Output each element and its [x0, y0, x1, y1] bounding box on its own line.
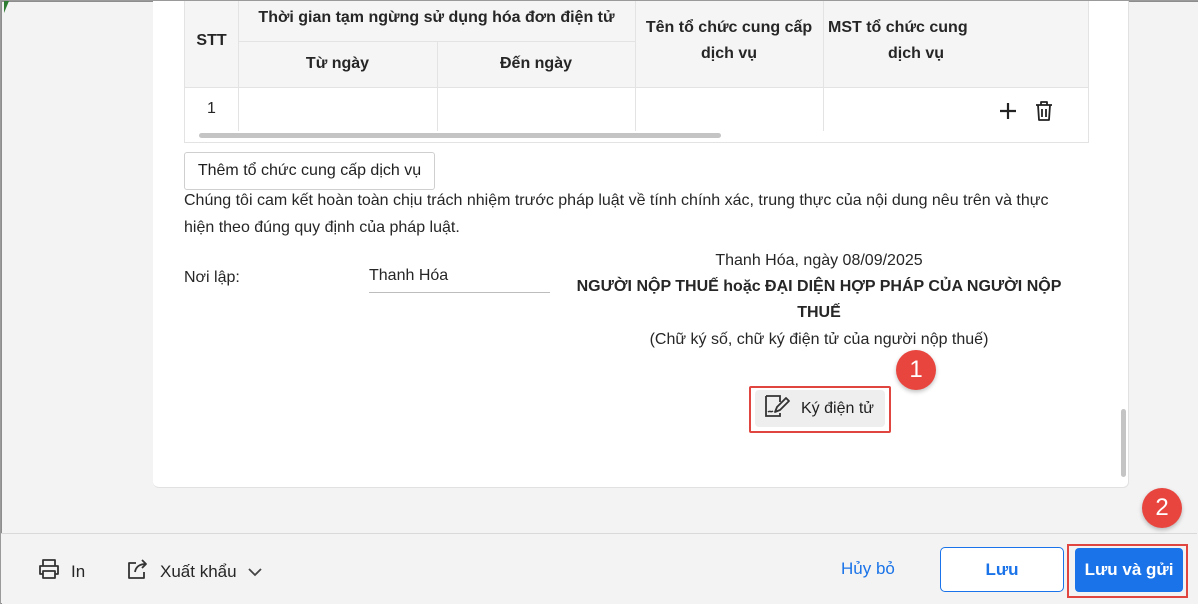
signer-title: NGƯỜI NỘP THUẾ hoặc ĐẠI DIỆN HỢP PHÁP CỦ… [569, 274, 1069, 326]
place-label: Nơi lập: [184, 269, 240, 286]
print-button[interactable]: In [37, 558, 85, 585]
add-provider-button[interactable]: Thêm tổ chức cung cấp dịch vụ [184, 152, 435, 190]
signer-title-line2: THUẾ [797, 304, 841, 321]
e-sign-button[interactable]: Ký điện tử [755, 390, 885, 427]
header-org-name-line1: Tên tổ chức cung cấp [645, 19, 813, 36]
header-org-name-line2: dịch vụ [700, 45, 757, 62]
header-org-tax-line2: dịch vụ [888, 45, 945, 62]
header-divider [238, 41, 635, 42]
header-stt: STT [196, 32, 227, 49]
cancel-button[interactable]: Hủy bỏ [841, 559, 895, 579]
corner-mark [4, 1, 9, 13]
e-sign-label: Ký điện tử [801, 399, 874, 417]
header-org-tax-line1: MST tổ chức cung [828, 19, 968, 36]
export-label: Xuất khẩu [160, 561, 237, 581]
col-divider [823, 1, 824, 131]
header-org-tax: MST tổ chức cung dịch vụ [828, 15, 978, 67]
vertical-scrollbar[interactable] [1121, 409, 1126, 477]
save-button[interactable]: Lưu [940, 547, 1064, 592]
commitment-text: Chúng tôi cam kết hoàn toàn chịu trách n… [184, 187, 1084, 241]
row-to-date-cell[interactable] [438, 89, 634, 131]
save-and-send-button[interactable]: Lưu và gửi [1075, 548, 1183, 592]
step-marker-2: 2 [1142, 488, 1182, 528]
suspension-table: STT Thời gian tạm ngừng sử dụng hóa đơn … [184, 1, 1089, 143]
commitment-line2: hiện theo đúng quy định của pháp luật. [184, 219, 460, 236]
row-from-date-cell[interactable] [239, 89, 436, 131]
signing-date: Thanh Hóa, ngày 08/09/2025 [715, 252, 923, 269]
header-suspension-period: Thời gian tạm ngừng sử dụng hóa đơn điện… [258, 9, 615, 26]
place-field[interactable]: Thanh Hóa [369, 267, 550, 293]
step-marker-1: 1 [896, 350, 936, 390]
export-dropdown[interactable]: Xuất khẩu [126, 558, 263, 585]
signer-title-line1: NGƯỜI NỘP THUẾ hoặc ĐẠI DIỆN HỢP PHÁP CỦ… [576, 278, 1062, 295]
print-label: In [71, 561, 86, 581]
row-org-name-cell[interactable] [636, 89, 822, 131]
commitment-line1: Chúng tôi cam kết hoàn toàn chịu trách n… [184, 192, 1049, 209]
row-stt: 1 [207, 100, 216, 117]
document-signature-icon [763, 393, 791, 424]
export-icon [126, 558, 150, 585]
horizontal-scrollbar[interactable] [199, 133, 721, 138]
signer-subtitle: (Chữ ký số, chữ ký điện tử của người nộp… [649, 331, 989, 348]
header-org-name: Tên tổ chức cung cấp dịch vụ [635, 15, 823, 67]
printer-icon [37, 558, 61, 585]
row-actions [996, 99, 1056, 123]
plus-icon[interactable] [996, 99, 1020, 123]
header-to-date: Đến ngày [499, 55, 572, 72]
header-bottom-divider [185, 87, 1088, 88]
chevron-down-icon [247, 562, 263, 582]
header-from-date: Từ ngày [305, 55, 370, 72]
trash-icon[interactable] [1032, 99, 1056, 123]
